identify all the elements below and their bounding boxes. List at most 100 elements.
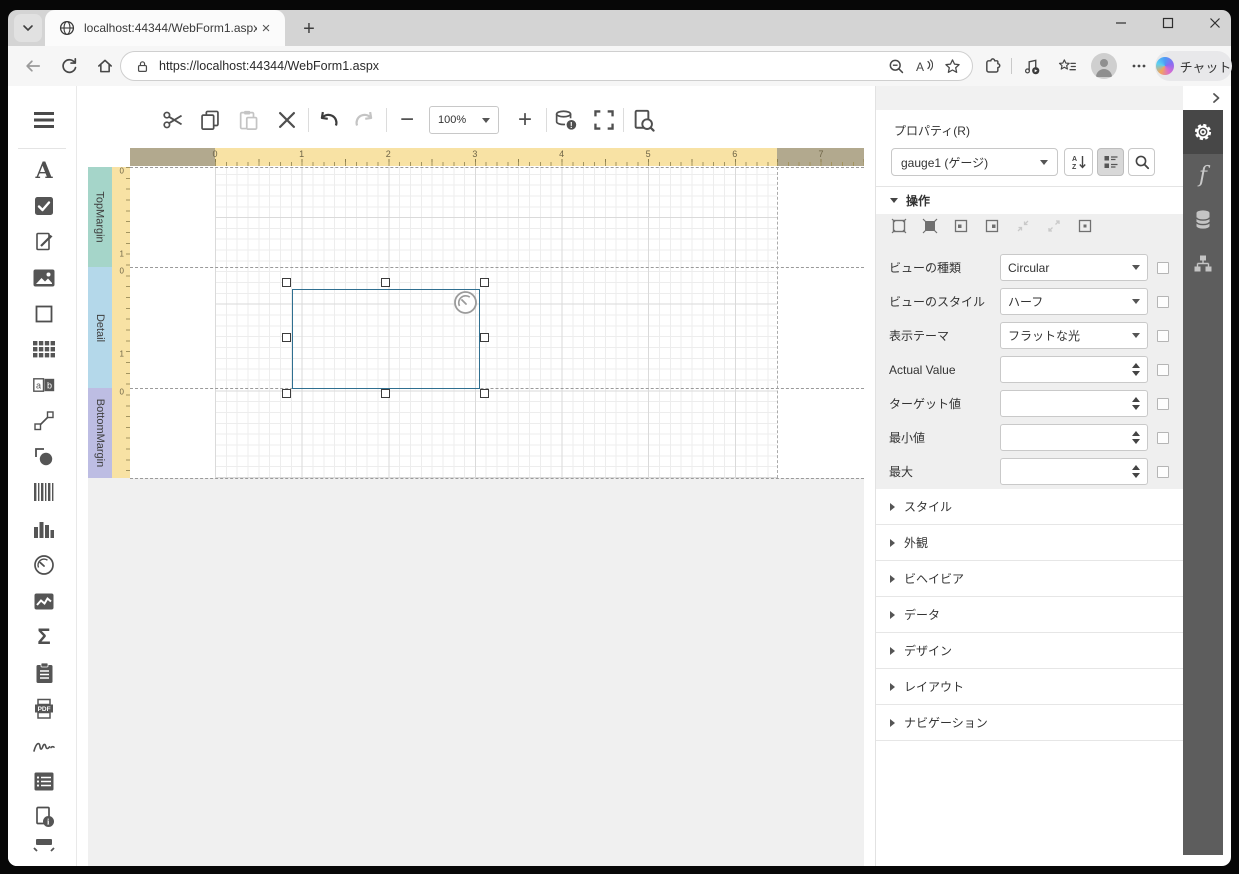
resize-handle-nw[interactable] [282,278,291,287]
address-field[interactable]: https://localhost:44344/WebForm1.aspx A [120,51,973,81]
resize-handle-se[interactable] [480,389,489,398]
toolbox-item-overflow[interactable] [32,839,56,853]
collapse-panel-button[interactable] [1208,90,1224,106]
section-data[interactable]: データ [876,597,1183,633]
property-binding-box[interactable] [1157,398,1169,410]
tab-close-icon[interactable]: × [257,19,275,37]
section-style[interactable]: スタイル [876,489,1183,525]
delete-button[interactable] [275,108,299,132]
paste-button[interactable] [236,108,260,132]
toolbox-item-rectangle[interactable] [32,302,56,326]
window-close-button[interactable] [1200,10,1230,36]
undo-button[interactable] [316,108,340,132]
collections-button[interactable] [1056,55,1078,77]
toolbox-item-gauge[interactable] [32,553,56,577]
op-fit-button[interactable] [922,218,938,234]
resize-handle-w[interactable] [282,333,291,342]
properties-tab-button[interactable] [1183,110,1223,154]
url-text[interactable]: https://localhost:44344/WebForm1.aspx [159,59,878,73]
expressions-tab-button[interactable]: f [1183,154,1223,198]
toolbox-item-textbox[interactable]: A [32,159,56,183]
toolbox-item-report-info[interactable]: i [32,805,56,829]
section-appearance[interactable]: 外観 [876,525,1183,561]
view-style-dropdown[interactable]: ハーフ [1000,288,1148,315]
home-button[interactable] [96,57,114,75]
toolbox-item-chart[interactable] [32,517,56,541]
toolbox-item-image[interactable] [32,266,56,290]
new-tab-button[interactable]: + [296,16,322,42]
sort-alphabetical-button[interactable]: AZ [1064,148,1093,176]
minimum-value-spinner[interactable] [1000,424,1148,451]
toolbox-item-pdf[interactable]: PDF [32,697,56,721]
op-align-right-button[interactable] [984,218,1000,234]
fullscreen-button[interactable] [592,108,616,132]
window-maximize-button[interactable] [1153,10,1183,36]
tab-search-button[interactable] [14,14,42,42]
window-minimize-button[interactable] [1106,10,1136,36]
property-binding-box[interactable] [1157,296,1169,308]
target-value-spinner[interactable] [1000,390,1148,417]
categorized-view-button[interactable] [1097,148,1124,176]
op-align-left-button[interactable] [953,218,969,234]
redo-button[interactable] [353,108,377,132]
selected-gauge-control[interactable] [292,289,480,389]
zoom-out-button[interactable]: − [395,108,419,132]
op-center-button[interactable] [1077,218,1093,234]
toolbox-item-table[interactable] [32,337,56,361]
toolbox-item-line[interactable] [32,409,56,433]
op-fit-width-button[interactable] [891,218,907,234]
resize-handle-e[interactable] [480,333,489,342]
section-design[interactable]: デザイン [876,633,1183,669]
spinner-buttons[interactable] [1132,397,1140,410]
toolbox-item-formatted-text[interactable]: ab [32,373,56,397]
report-explorer-tab-button[interactable] [1183,242,1223,286]
band-boundary[interactable] [130,478,864,479]
toolbox-item-shape[interactable] [32,445,56,469]
toolbox-item-barcode[interactable] [32,480,56,504]
view-type-dropdown[interactable]: Circular [1000,254,1148,281]
band-detail[interactable]: Detail [88,267,112,388]
property-binding-box[interactable] [1157,330,1169,342]
actual-value-spinner[interactable] [1000,356,1148,383]
section-operations[interactable]: 操作 [876,186,1183,214]
resize-handle-n[interactable] [381,278,390,287]
copy-button[interactable] [198,108,222,132]
data-tab-button[interactable] [1183,198,1223,242]
toolbox-item-formula[interactable]: Σ [32,625,56,649]
toolbox-item-subreport[interactable] [32,661,56,685]
section-navigation[interactable]: ナビゲーション [876,705,1183,741]
display-theme-dropdown[interactable]: フラットな光 [1000,322,1148,349]
data-sources-button[interactable]: ! [554,108,578,132]
band-boundary[interactable] [130,388,864,389]
settings-more-button[interactable] [1128,55,1150,77]
spinner-buttons[interactable] [1132,363,1140,376]
copilot-chat-button[interactable]: チャット [1155,51,1232,81]
toolbox-item-richtext[interactable] [32,230,56,254]
cut-button[interactable] [161,108,185,132]
refresh-button[interactable] [60,57,78,75]
band-boundary[interactable] [130,267,864,268]
resize-handle-ne[interactable] [480,278,489,287]
resize-handle-sw[interactable] [282,389,291,398]
browser-tab[interactable]: localhost:44344/WebForm1.aspx × [45,10,285,46]
object-selector-dropdown[interactable]: gauge1 (ゲージ) [891,148,1058,176]
extensions-button[interactable] [981,55,1003,77]
zoom-page-button[interactable] [886,56,906,76]
search-properties-button[interactable] [1128,148,1155,176]
property-binding-box[interactable] [1157,466,1169,478]
toolbox-item-sparkline[interactable] [32,589,56,613]
read-aloud-button[interactable]: A [914,56,934,76]
property-binding-box[interactable] [1157,432,1169,444]
section-behavior[interactable]: ビヘイビア [876,561,1183,597]
maximum-value-spinner[interactable] [1000,458,1148,485]
profile-button[interactable] [1091,53,1117,79]
property-binding-box[interactable] [1157,364,1169,376]
toolbox-item-signature[interactable] [32,733,56,757]
toolbox-item-tablix[interactable] [32,769,56,793]
back-button[interactable] [24,57,42,75]
toolbox-menu-button[interactable] [32,108,56,132]
preview-button[interactable] [631,108,655,132]
spinner-buttons[interactable] [1132,465,1140,478]
section-layout[interactable]: レイアウト [876,669,1183,705]
zoom-in-button[interactable]: + [513,108,537,132]
